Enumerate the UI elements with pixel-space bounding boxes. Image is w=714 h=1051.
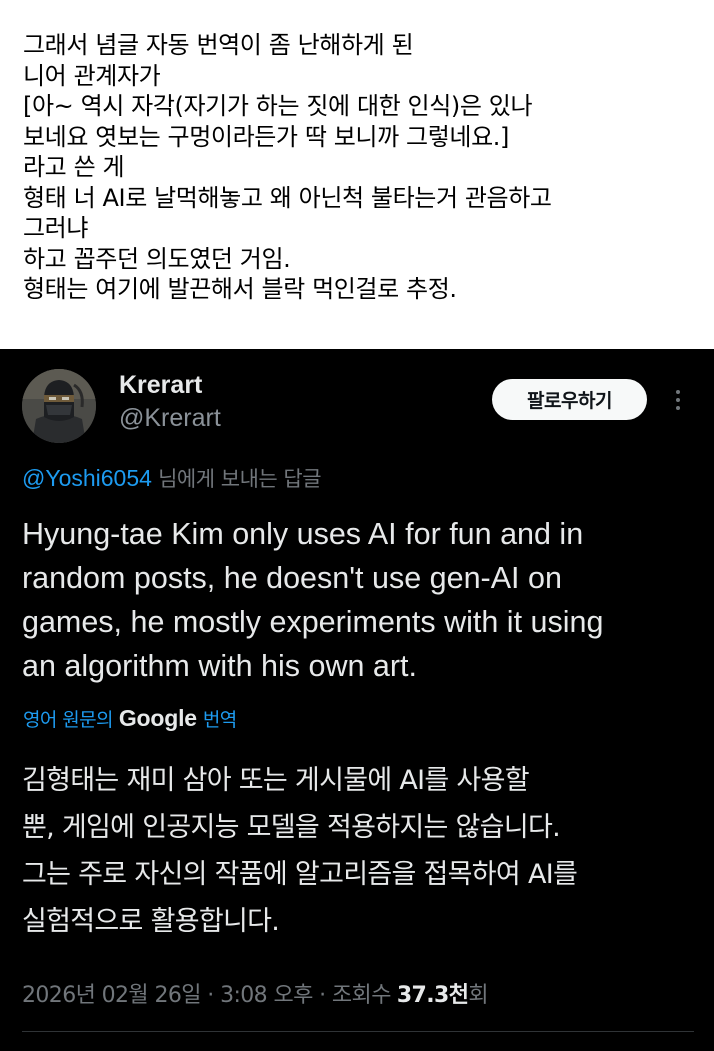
caption-line: 형태는 여기에 발끈해서 블락 먹인걸로 추정. <box>23 275 457 303</box>
reply-mention-link[interactable]: @Yoshi6054 <box>22 465 152 491</box>
caption-line: 니어 관계자가 <box>23 61 161 90</box>
tweet-text-line: an algorithm with his own art. <box>22 649 417 683</box>
translated-text-line: 그는 주로 자신의 작품에 알고리즘을 접목하여 AI를 <box>22 859 578 890</box>
timestamp[interactable]: 2026년 02월 26일 · 3:08 오후 · 조회수 <box>22 977 391 1009</box>
avatar[interactable] <box>22 369 96 443</box>
reply-suffix: 님에게 보내는 답글 <box>151 467 322 491</box>
views-unit: 회 <box>468 983 489 1008</box>
reply-context: @Yoshi6054 님에게 보내는 답글 <box>22 463 322 493</box>
translated-text-line: 김형태는 재미 삼아 또는 게시물에 AI를 사용할 <box>22 765 530 796</box>
translated-body: 김형태는 재미 삼아 또는 게시물에 AI를 사용할 뿐, 게임에 인공지능 모… <box>22 757 702 945</box>
follow-button[interactable]: 팔로우하기 <box>492 379 647 420</box>
tweet-card: Krerart @Krerart 팔로우하기 @Yoshi6054 님에게 보내… <box>0 349 714 1051</box>
caption-line: 보네요 엿보는 구멍이라든가 딱 보니까 그렇네요.] <box>23 122 509 151</box>
caption-text: 그래서 념글 자동 번역이 좀 난해하게 된 니어 관계자가 [아~ 역시 자각… <box>0 0 714 349</box>
caption-line: 하고 꼽주던 의도였던 거임. <box>23 244 291 273</box>
display-name[interactable]: Krerart <box>119 371 202 400</box>
tweet-text-line: Hyung-tae Kim only uses AI for fun and i… <box>22 517 584 551</box>
translate-suffix: 번역 <box>202 709 237 731</box>
tweet-text-line: random posts, he doesn't use gen-AI on <box>22 561 562 595</box>
google-logo: Google <box>118 705 197 731</box>
caption-line: 라고 쓴 게 <box>23 153 125 181</box>
caption-line: [아~ 역시 자각(자기가 하는 짓에 대한 인식)은 있나 <box>23 92 533 120</box>
divider <box>22 1031 694 1032</box>
caption-line: 그래서 념글 자동 번역이 좀 난해하게 된 <box>23 31 414 59</box>
tweet-body: Hyung-tae Kim only uses AI for fun and i… <box>22 512 702 688</box>
user-handle[interactable]: @Krerart <box>119 404 221 433</box>
tweet-text-line: games, he mostly experiments with it usi… <box>22 605 604 639</box>
caption-line: 형태 너 AI로 날먹해놓고 왜 아닌척 불타는거 관음하고 <box>23 183 552 212</box>
translate-prefix: 영어 원문의 <box>23 709 113 731</box>
translated-text-line: 뿐, 게임에 인공지능 모델을 적용하지는 않습니다. <box>22 812 561 843</box>
translated-text-line: 실험적으로 활용합니다. <box>22 906 280 937</box>
views-count: 37.3천 <box>396 983 469 1008</box>
tweet-meta: 2026년 02월 26일 · 3:08 오후 · 조회수 37.3천 회 <box>22 977 489 1009</box>
translation-attribution[interactable]: 영어 원문의 Google 번역 <box>23 705 237 732</box>
caption-line: 그러냐 <box>23 214 89 242</box>
more-vertical-icon[interactable] <box>668 383 688 417</box>
avatar-ninja-icon <box>22 369 96 443</box>
